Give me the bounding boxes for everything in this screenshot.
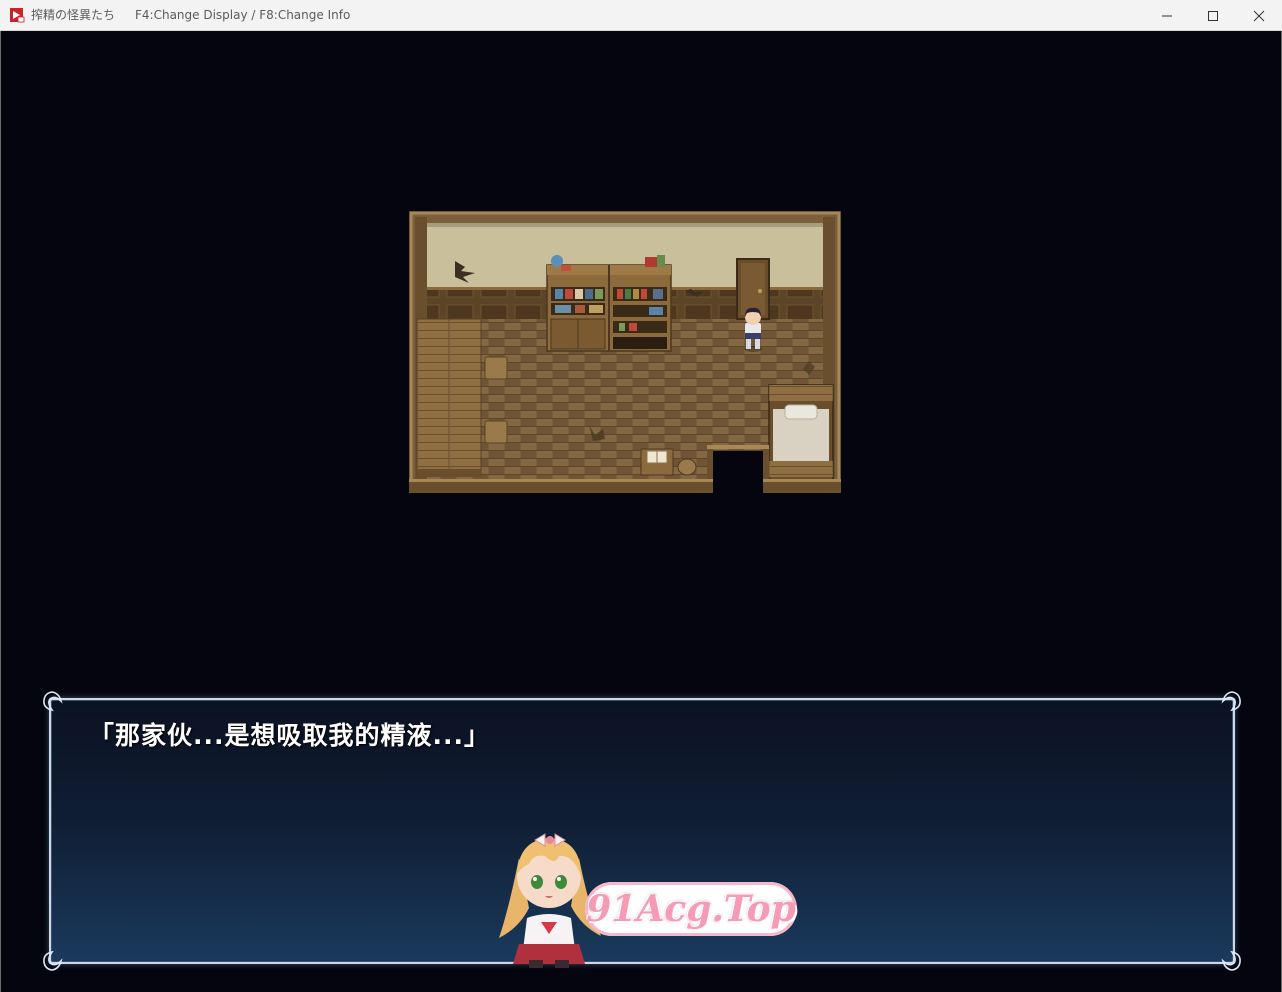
maximize-icon [1208, 11, 1218, 21]
close-icon [1253, 10, 1265, 22]
ornament-corner-icon [1221, 950, 1241, 971]
watermark: 91Acg.Top [489, 818, 801, 968]
watermark-pill: 91Acg.Top [585, 882, 797, 936]
room-map [409, 211, 841, 493]
ornament-corner-icon [43, 950, 63, 971]
game-canvas[interactable]: 「那家伙...是想吸取我的精液...」 91Acg.Top [1, 31, 1281, 992]
window-title: 搾精の怪異たち [31, 8, 116, 22]
minimize-icon [1162, 15, 1172, 17]
app-icon [10, 8, 25, 23]
ornament-corner-icon [1221, 691, 1241, 712]
title-bar: 搾精の怪異たち F4:Change Display / F8:Change In… [0, 0, 1282, 31]
dialogue-text: 「那家伙...是想吸取我的精液...」 [89, 721, 490, 750]
watermark-text: 91Acg.Top [586, 888, 796, 930]
minimize-button[interactable] [1144, 0, 1190, 31]
window-info: F4:Change Display / F8:Change Info [135, 8, 351, 22]
ornament-corner-icon [43, 691, 63, 712]
close-button[interactable] [1236, 0, 1282, 31]
maximize-button[interactable] [1190, 0, 1236, 31]
